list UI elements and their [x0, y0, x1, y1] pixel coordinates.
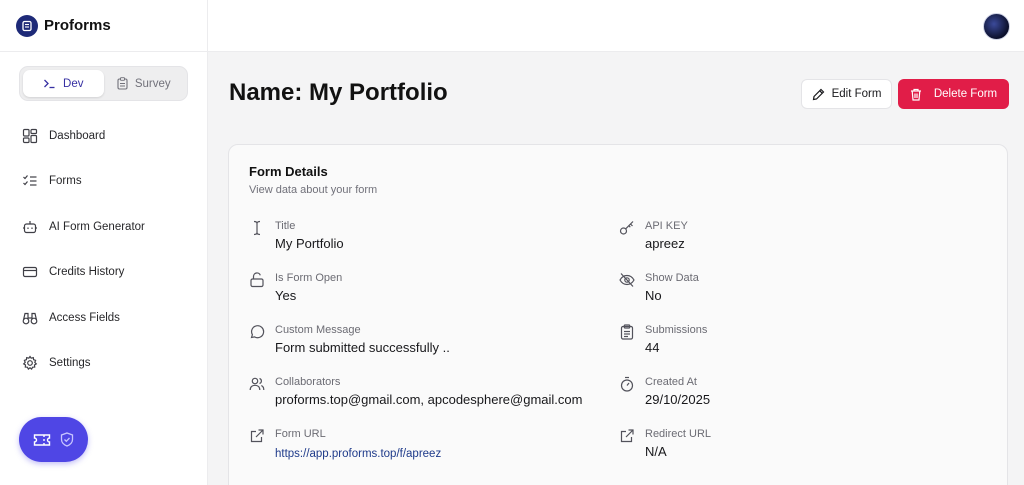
external-link-icon — [620, 429, 634, 443]
field-label: Is Form Open — [275, 272, 343, 284]
page-title: Name: My Portfolio — [229, 79, 448, 106]
sidebar-item-label: Credits History — [49, 266, 125, 279]
edit-form-label: Edit Form — [831, 88, 882, 100]
sidebar-item-credits-history[interactable]: Credits History — [0, 250, 208, 296]
message-circle-icon — [250, 325, 265, 339]
field-value: 29/10/2025 — [645, 392, 711, 407]
sidebar-item-forms[interactable]: Forms — [0, 159, 208, 205]
terminal-icon — [44, 79, 55, 89]
mode-dev-button[interactable]: Dev — [23, 70, 104, 97]
field-value: No — [645, 288, 662, 303]
support-fab-button[interactable] — [19, 417, 88, 462]
eye-off-icon — [619, 273, 635, 287]
field-label: Submissions — [645, 324, 708, 336]
field-label: Redirect URL — [645, 428, 712, 440]
gear-icon — [22, 355, 38, 371]
edit-form-button[interactable]: Edit Form — [801, 79, 892, 109]
trash-icon — [910, 88, 921, 101]
sidebar: Proforms Dev Survey Dashboard Forms AI F… — [0, 0, 208, 485]
field-label: API KEY — [645, 220, 688, 232]
field-value: proforms.top@gmail.com, apcodesphere@gma… — [275, 392, 583, 407]
logo-icon — [16, 14, 38, 37]
field-label: Created At — [645, 376, 697, 388]
mode-switch: Dev Survey — [19, 66, 188, 101]
app-name: Proforms — [44, 17, 111, 34]
credit-card-icon — [22, 267, 38, 278]
sidebar-item-dashboard[interactable]: Dashboard — [0, 113, 208, 159]
dashboard-icon — [22, 128, 38, 143]
pencil-icon — [812, 88, 824, 100]
card-subtitle: View data about your form — [249, 184, 378, 196]
field-label: Form URL — [275, 428, 326, 440]
sidebar-item-label: Access Fields — [49, 311, 120, 324]
sidebar-item-label: Forms — [49, 175, 82, 188]
logo-row[interactable]: Proforms — [0, 0, 207, 52]
form-details-card: Form Details View data about your form T… — [228, 144, 1008, 485]
unlock-icon — [250, 272, 264, 288]
field-label: Collaborators — [275, 376, 341, 388]
topbar — [208, 0, 1024, 52]
form-url-link[interactable]: https://app.proforms.top/f/apreez — [275, 448, 441, 460]
field-value: My Portfolio — [275, 236, 344, 251]
text-cursor-icon — [253, 220, 261, 236]
sidebar-item-label: Settings — [49, 357, 91, 370]
list-check-icon — [23, 175, 37, 186]
delete-form-label: Delete Form — [933, 88, 998, 100]
sidebar-item-label: AI Form Generator — [49, 220, 145, 233]
bot-icon — [23, 220, 37, 233]
mode-dev-label: Dev — [63, 77, 84, 90]
mode-survey-label: Survey — [134, 77, 171, 90]
field-label: Show Data — [645, 272, 699, 284]
sidebar-nav: Dashboard Forms AI Form Generator Credit… — [0, 113, 208, 386]
sidebar-item-settings[interactable]: Settings — [0, 341, 208, 387]
field-label: Custom Message — [275, 324, 361, 336]
sidebar-item-ai-form-generator[interactable]: AI Form Generator — [0, 204, 208, 250]
card-title: Form Details — [249, 164, 328, 179]
binoculars-icon — [22, 312, 38, 325]
clipboard-icon — [620, 324, 634, 340]
delete-form-button[interactable]: Delete Form — [898, 79, 1009, 109]
sidebar-item-access-fields[interactable]: Access Fields — [0, 295, 208, 341]
field-value: apreez — [645, 236, 685, 251]
users-icon — [249, 377, 265, 391]
field-value: Form submitted successfully .. — [275, 340, 450, 355]
field-value: 44 — [645, 340, 660, 355]
mode-survey-button[interactable]: Survey — [104, 70, 185, 97]
timer-icon — [620, 376, 634, 392]
ticket-icon — [33, 433, 51, 446]
external-link-icon — [250, 429, 264, 443]
field-value: N/A — [645, 444, 667, 459]
clipboard-icon — [117, 77, 128, 90]
avatar[interactable] — [983, 13, 1010, 40]
shield-check-icon — [60, 432, 74, 447]
sidebar-item-label: Dashboard — [49, 129, 106, 142]
key-icon — [619, 221, 634, 235]
field-value: Yes — [275, 288, 297, 303]
field-label: Title — [275, 220, 296, 232]
